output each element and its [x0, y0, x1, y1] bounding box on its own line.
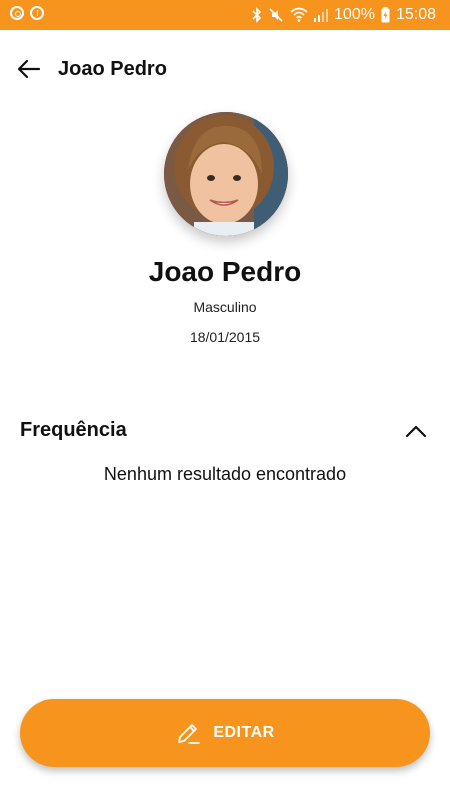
wifi-icon	[290, 7, 308, 22]
edit-button-label: EDITAR	[213, 724, 275, 741]
empty-results-message: Nenhum resultado encontrado	[103, 464, 347, 484]
profile-gender: Masculino	[193, 299, 257, 315]
status-bar: 100% 15:08	[0, 0, 450, 30]
battery-percent: 100%	[334, 6, 375, 23]
signal-icon	[314, 9, 329, 22]
page-title: Joao Pedro	[58, 58, 167, 80]
arrow-left-icon[interactable]	[16, 56, 42, 82]
chevron-up-icon[interactable]	[404, 422, 428, 440]
frequency-section-header[interactable]: Frequência	[20, 416, 430, 446]
status-time: 15:08	[395, 6, 436, 23]
info-icon	[30, 6, 44, 20]
bluetooth-icon	[252, 7, 262, 23]
section-title: Frequência	[20, 419, 127, 441]
profile-birthdate: 18/01/2015	[189, 329, 261, 345]
status-left-icons	[10, 6, 44, 20]
profile-name: Joao Pedro	[148, 256, 302, 287]
edit-button[interactable]: EDITAR	[20, 699, 430, 767]
pencil-icon	[178, 724, 201, 744]
mute-icon	[269, 8, 283, 22]
battery-charging-icon	[381, 7, 390, 23]
target-icon	[10, 6, 24, 20]
status-right-icons: 100% 15:08	[252, 0, 436, 30]
avatar	[164, 112, 288, 236]
